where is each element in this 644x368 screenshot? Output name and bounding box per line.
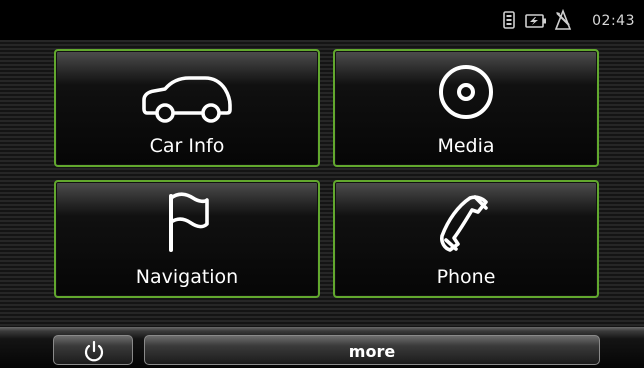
navigation-label: Navigation bbox=[135, 266, 239, 288]
car-icon bbox=[56, 73, 318, 127]
more-label: more bbox=[348, 342, 396, 361]
flag-icon bbox=[56, 190, 318, 258]
bottom-bar: more bbox=[0, 327, 644, 368]
phone-icon bbox=[335, 192, 597, 258]
sim-card-icon bbox=[503, 11, 515, 33]
power-button[interactable] bbox=[53, 335, 133, 365]
status-time: 02:43 bbox=[592, 13, 635, 29]
more-button[interactable]: more bbox=[144, 335, 600, 365]
disc-icon bbox=[335, 61, 597, 127]
car-info-label: Car Info bbox=[149, 135, 225, 157]
car-info-button[interactable]: Car Info bbox=[54, 49, 320, 167]
navigation-button[interactable]: Navigation bbox=[54, 180, 320, 298]
main-menu-screen: 02:43 Car Info Media Navigation Phone mo… bbox=[0, 0, 644, 368]
media-button[interactable]: Media bbox=[333, 49, 599, 167]
status-bar: 02:43 bbox=[0, 0, 644, 40]
phone-button[interactable]: Phone bbox=[333, 180, 599, 298]
power-icon bbox=[83, 340, 105, 366]
satellite-icon bbox=[553, 8, 573, 35]
phone-label: Phone bbox=[436, 266, 496, 288]
media-label: Media bbox=[437, 135, 495, 157]
battery-icon bbox=[525, 13, 547, 32]
